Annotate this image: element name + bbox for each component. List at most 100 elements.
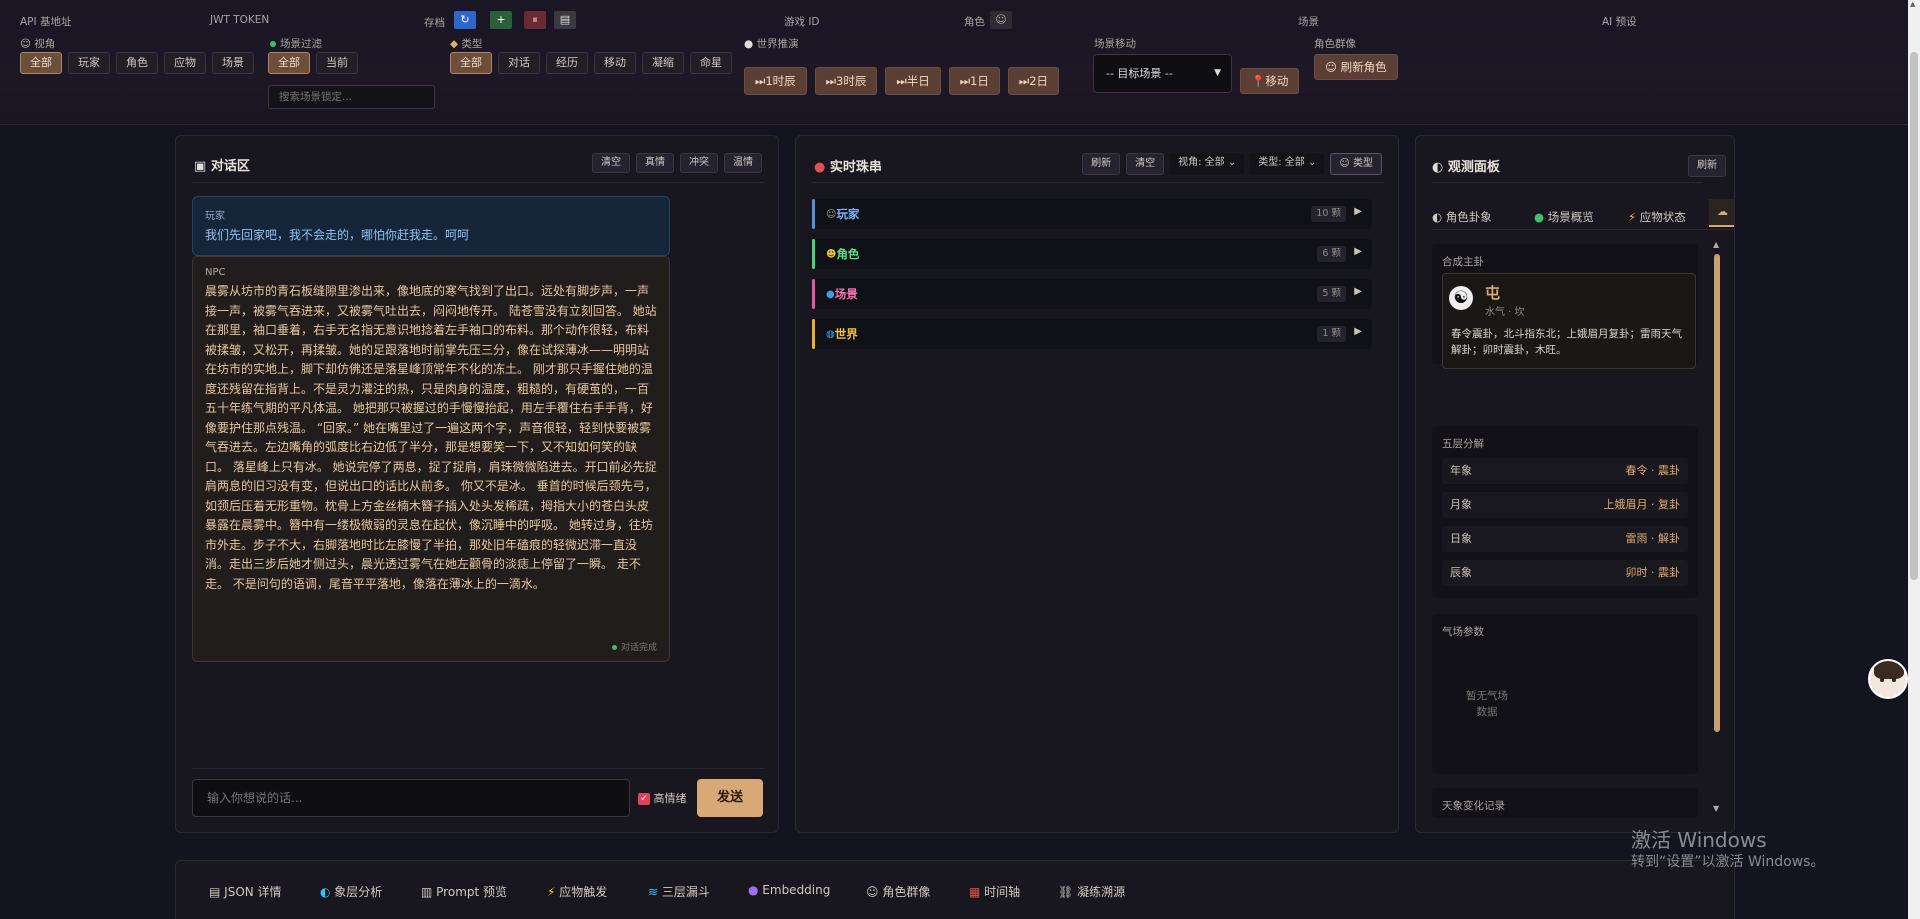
tab-json-detail[interactable]: ▤ JSON 详情 — [209, 883, 282, 900]
person-icon: ☻ — [826, 248, 837, 260]
tab-timeline[interactable]: ▦ 时间轴 — [969, 883, 1020, 900]
type-condense[interactable]: 凝缩 — [642, 52, 684, 74]
checkbox-checked-icon[interactable]: ✓ — [638, 793, 650, 805]
scroll-down-icon[interactable]: ▼ — [1713, 804, 1719, 813]
delete-archive-icon[interactable]: ⏸ — [524, 11, 546, 29]
tab-object-status[interactable]: ⚡ 应物状态 — [1628, 209, 1686, 225]
npc-message-text: 晨雾从坊市的青石板缝隙里渗出来，像地底的寒气找到了出口。远处有脚步声，一声接一声… — [205, 284, 657, 591]
moon-icon: ◐ — [320, 885, 335, 899]
type-all[interactable]: 全部 — [450, 52, 492, 74]
tab-embedding[interactable]: ● Embedding — [748, 883, 830, 897]
expand-arrow-icon[interactable]: ▶ — [1354, 246, 1362, 257]
pearl-row-player[interactable]: ☺ 玩家 10 颗 ▶ — [812, 199, 1372, 229]
role-avatar-icon[interactable]: ☺ — [990, 11, 1012, 29]
row-color-bar — [812, 199, 815, 229]
clipboard-icon[interactable]: ▤ — [554, 11, 576, 29]
tab-three-funnel[interactable]: ≋ 三层漏斗 — [648, 883, 710, 900]
assistant-avatar[interactable] — [1868, 659, 1908, 699]
advance-1-shichen-button[interactable]: ⏭1时辰 — [744, 67, 807, 95]
scroll-up-icon[interactable]: ▲ — [1713, 240, 1719, 249]
tab-prompt-preview[interactable]: ▥ Prompt 预览 — [421, 883, 507, 900]
tab-character-gua[interactable]: ◐ 角色卦象 — [1432, 209, 1492, 225]
message-status: 对话完成 — [611, 640, 657, 653]
pearl-type-select[interactable]: 类型: 全部 ⌄ — [1250, 153, 1325, 175]
type-fate-star[interactable]: 命星 — [690, 52, 732, 74]
perspective-player[interactable]: 玩家 — [68, 52, 110, 74]
tab-scene-overview[interactable]: ● 场景概览 — [1534, 209, 1594, 225]
advance-1-day-button[interactable]: ⏭1日 — [948, 67, 1000, 95]
perspective-all[interactable]: 全部 — [20, 52, 62, 74]
scroll-up-icon[interactable]: ▲ — [1910, 0, 1915, 8]
row-color-bar — [812, 319, 815, 349]
chevron-down-icon: ▼ — [1214, 68, 1221, 78]
page-scrollbar[interactable]: ▲ — [1908, 0, 1920, 919]
pearl-clear-button[interactable]: 清空 — [1126, 153, 1165, 175]
observe-scrollbar[interactable]: ▲ ▼ — [1713, 240, 1721, 818]
tab-object-trigger[interactable]: ⚡ 应物触发 — [547, 883, 607, 900]
pearl-row-world[interactable]: ◍ 世界 1 颗 ▶ — [812, 319, 1372, 349]
yin-yang-icon: ☯ — [1449, 286, 1473, 310]
tab-condense-trace[interactable]: ⛓ 凝练溯源 — [1058, 883, 1125, 900]
link-icon: ⛓ — [1058, 885, 1078, 899]
pearl-row-scene[interactable]: ● 场景 5 颗 ▶ — [812, 279, 1372, 309]
pearl-title: ● 实时珠串 — [814, 160, 882, 175]
globe-icon: ● — [1534, 210, 1548, 224]
advance-2-day-button[interactable]: ⏭2日 — [1007, 67, 1060, 95]
add-archive-icon[interactable]: + — [490, 11, 512, 29]
expand-arrow-icon[interactable]: ▶ — [1354, 206, 1362, 217]
pearl-row-character[interactable]: ☻ 角色 6 颗 ▶ — [812, 239, 1372, 269]
tab-layer-analysis[interactable]: ◐ 象层分析 — [320, 883, 382, 900]
player-message-text: 我们先回家吧，我不会走的，哪怕你赶我走。呵呵 — [205, 228, 470, 242]
high-emotion-toggle[interactable]: ✓ 高情绪 — [638, 790, 687, 806]
world-icon: ◍ — [826, 328, 835, 340]
type-dialogue[interactable]: 对话 — [498, 52, 540, 74]
player-speaker-label: 玩家 — [205, 211, 225, 222]
pearl-type-button[interactable]: ☺ 类型 — [1330, 153, 1382, 175]
lightning-icon: ⚡ — [1628, 210, 1640, 224]
tab-weather-icon[interactable]: ☁ — [1709, 199, 1734, 227]
role-group-label: 角色群像 — [1314, 38, 1356, 50]
perspective-object[interactable]: 应物 — [164, 52, 206, 74]
perspective-scene[interactable]: 场景 — [212, 52, 254, 74]
jwt-token-label: JWT TOKEN — [210, 14, 270, 26]
scene-search-input[interactable] — [268, 85, 435, 109]
message-input[interactable] — [192, 779, 630, 817]
pearl-count: 6 颗 — [1317, 246, 1346, 262]
expand-arrow-icon[interactable]: ▶ — [1354, 286, 1362, 297]
divider — [192, 182, 764, 183]
scrollbar-thumb[interactable] — [1714, 254, 1720, 732]
gua-name: 屯 — [1485, 284, 1501, 302]
type-experience[interactable]: 经历 — [546, 52, 588, 74]
warm-button[interactable]: 温情 — [724, 153, 762, 173]
clear-dialogue-button[interactable]: 清空 — [592, 153, 630, 173]
sincere-button[interactable]: 真情 — [636, 153, 674, 173]
row-color-bar — [812, 279, 815, 309]
weather-params-section: 气场参数 暂无气场数据 — [1432, 614, 1698, 774]
lightning-icon: ⚡ — [547, 885, 560, 899]
scene-filter-all[interactable]: 全部 — [268, 52, 310, 74]
observe-title: ◐ 观测面板 — [1432, 160, 1500, 175]
pearl-perspective-select[interactable]: 视角: 全部 ⌄ — [1170, 153, 1245, 175]
target-scene-select[interactable]: -- 目标场景 -- ▼ — [1093, 54, 1232, 93]
page-scrollbar-thumb[interactable] — [1910, 52, 1918, 580]
expand-arrow-icon[interactable]: ▶ — [1354, 326, 1362, 337]
tab-role-group[interactable]: ☺ 角色群像 — [866, 883, 930, 900]
conflict-button[interactable]: 冲突 — [680, 153, 718, 173]
observe-refresh-button[interactable]: 刷新 — [1688, 155, 1726, 177]
weather-empty: 暂无气场数据 — [1466, 690, 1508, 718]
world-advance-label: ● 世界推演 — [744, 38, 799, 50]
send-button[interactable]: 发送 — [697, 779, 763, 817]
perspective-character[interactable]: 角色 — [116, 52, 158, 74]
scene-filter-current[interactable]: 当前 — [316, 52, 358, 74]
pearl-count: 5 颗 — [1317, 286, 1346, 302]
move-button[interactable]: 📍移动 — [1240, 68, 1300, 94]
divider — [812, 182, 1384, 183]
pearl-string-panel: ● 实时珠串 刷新 清空 视角: 全部 ⌄ 类型: 全部 ⌄ ☺ 类型 ☺ 玩家… — [795, 135, 1399, 833]
wave-icon: ≋ — [648, 885, 662, 899]
pearl-refresh-button[interactable]: 刷新 — [1082, 153, 1121, 175]
advance-half-day-button[interactable]: ⏭半日 — [885, 67, 941, 95]
type-move[interactable]: 移动 — [594, 52, 636, 74]
refresh-roles-button[interactable]: ☺ 刷新角色 — [1314, 54, 1398, 80]
refresh-archive-icon[interactable]: ↻ — [454, 11, 476, 29]
advance-3-shichen-button[interactable]: ⏭3时辰 — [814, 67, 878, 95]
